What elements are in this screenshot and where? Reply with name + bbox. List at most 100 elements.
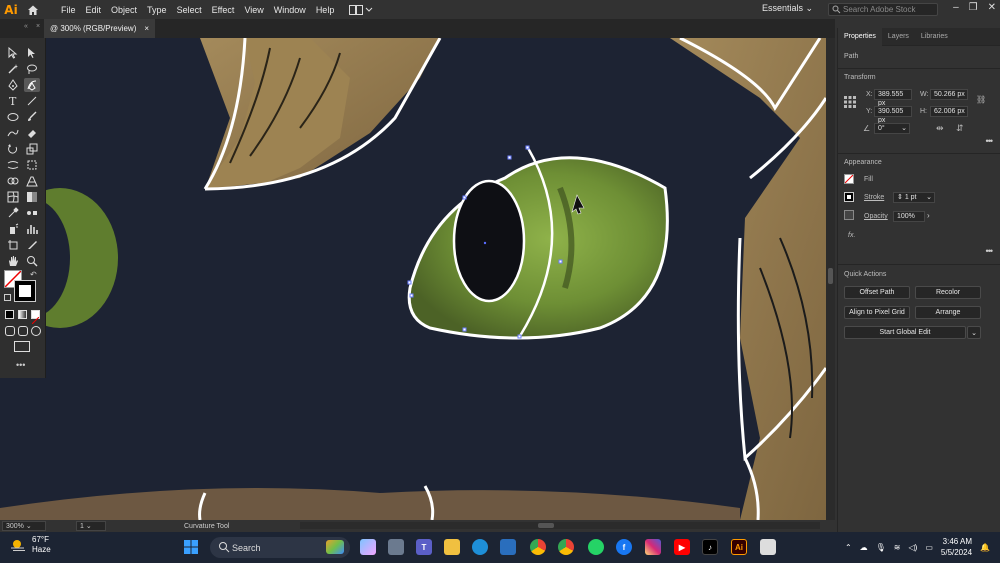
magic-wand-tool-icon[interactable] xyxy=(5,62,21,76)
effects-button[interactable]: fx. xyxy=(848,232,855,239)
facebook-icon[interactable]: f xyxy=(616,539,632,555)
draw-normal-icon[interactable] xyxy=(5,326,15,336)
pen-tool-icon[interactable] xyxy=(5,78,21,92)
menu-effect[interactable]: Effect xyxy=(207,5,240,15)
menu-file[interactable]: File xyxy=(56,5,81,15)
appearance-more-options-icon[interactable]: ••• xyxy=(986,246,994,256)
rotate-field[interactable]: 0° ⌄ xyxy=(874,123,910,134)
free-transform-tool-icon[interactable] xyxy=(24,158,40,172)
width-tool-icon[interactable] xyxy=(5,158,21,172)
edit-toolbar-more-icon[interactable]: ••• xyxy=(16,360,25,370)
color-mode-icon[interactable] xyxy=(5,310,14,319)
tab-layers[interactable]: Layers xyxy=(882,28,915,46)
artboard-canvas[interactable] xyxy=(0,38,826,520)
offset-path-button[interactable]: Offset Path xyxy=(844,286,910,299)
stroke-swatch[interactable] xyxy=(14,280,36,302)
line-tool-icon[interactable] xyxy=(24,94,40,108)
default-colors-icon[interactable] xyxy=(4,294,11,301)
zoom-tool-icon[interactable] xyxy=(24,254,40,268)
blend-tool-icon[interactable] xyxy=(24,206,40,220)
selection-tool-icon[interactable] xyxy=(5,46,21,60)
stroke-weight-stepper-icon[interactable]: ⇕ xyxy=(897,194,905,201)
flip-vertical-icon[interactable]: ⇵ xyxy=(956,123,964,134)
column-graph-tool-icon[interactable] xyxy=(24,222,40,236)
screen-mode-icon[interactable] xyxy=(14,341,30,352)
gradient-tool-icon[interactable] xyxy=(24,190,40,204)
recolor-button[interactable]: Recolor xyxy=(915,286,981,299)
close-toolbar-icon[interactable]: × xyxy=(36,23,40,30)
curvature-tool-icon[interactable] xyxy=(24,78,40,92)
instagram-icon[interactable] xyxy=(645,539,661,555)
opacity-field[interactable]: 100% xyxy=(893,211,925,222)
draw-inside-icon[interactable] xyxy=(31,326,41,336)
arrange-documents-button[interactable] xyxy=(349,4,373,15)
stroke-color-swatch[interactable] xyxy=(844,192,854,202)
menu-help[interactable]: Help xyxy=(311,5,340,15)
ellipse-tool-icon[interactable] xyxy=(5,110,21,124)
menu-object[interactable]: Object xyxy=(106,5,142,15)
symbol-sprayer-tool-icon[interactable] xyxy=(5,222,21,236)
chrome-profile-icon[interactable] xyxy=(558,539,574,555)
notifications-icon[interactable]: 🔔 xyxy=(980,543,990,552)
adobe-stock-search[interactable]: Search Adobe Stock xyxy=(828,3,938,16)
menu-select[interactable]: Select xyxy=(172,5,207,15)
document-tab[interactable]: @ 300% (RGB/Preview) × xyxy=(44,19,156,38)
minimize-icon[interactable]: – xyxy=(953,2,959,13)
volume-icon[interactable]: ◁) xyxy=(909,543,918,552)
none-mode-icon[interactable] xyxy=(31,310,40,325)
clock[interactable]: 3:46 AM 5/5/2024 xyxy=(941,536,972,558)
weather-widget[interactable]: 67°F Haze xyxy=(10,535,51,555)
vertical-scroll-thumb[interactable] xyxy=(828,268,833,284)
horizontal-scroll-thumb[interactable] xyxy=(538,523,554,528)
opacity-chevron-icon[interactable]: › xyxy=(927,211,930,220)
microphone-icon[interactable]: 🎙 xyxy=(876,543,886,552)
home-icon[interactable] xyxy=(22,0,44,19)
lasso-tool-icon[interactable] xyxy=(24,62,40,76)
menu-view[interactable]: View xyxy=(239,5,268,15)
opacity-label[interactable]: Opacity xyxy=(864,213,888,220)
global-edit-options-button[interactable]: ⌄ xyxy=(967,326,981,339)
swap-fill-stroke-icon[interactable]: ↶ xyxy=(30,270,37,279)
tiktok-icon[interactable]: ♪ xyxy=(702,539,718,555)
shape-builder-tool-icon[interactable] xyxy=(5,174,21,188)
artboard-number-field[interactable]: 1 ⌄ xyxy=(76,521,106,531)
battery-icon[interactable]: ▭ xyxy=(925,543,933,552)
collapse-toolbar-icon[interactable]: « xyxy=(24,23,28,30)
height-field[interactable]: 62.006 px xyxy=(930,106,968,117)
chrome-icon[interactable] xyxy=(530,539,546,555)
menu-edit[interactable]: Edit xyxy=(81,5,107,15)
draw-behind-icon[interactable] xyxy=(18,326,28,336)
chevron-up-icon[interactable]: ⌃ xyxy=(845,543,852,552)
tab-properties[interactable]: Properties xyxy=(838,27,882,46)
file-explorer-icon[interactable] xyxy=(444,539,460,555)
align-to-pixel-grid-button[interactable]: Align to Pixel Grid xyxy=(844,306,910,319)
width-field[interactable]: 50.266 px xyxy=(930,89,968,100)
artboard-tool-icon[interactable] xyxy=(5,238,21,252)
whatsapp-icon[interactable] xyxy=(588,539,604,555)
shaper-tool-icon[interactable] xyxy=(5,126,21,140)
slice-tool-icon[interactable] xyxy=(24,238,40,252)
windows-start-icon[interactable] xyxy=(183,539,199,555)
scale-tool-icon[interactable] xyxy=(24,142,40,156)
taskbar-search[interactable]: Search xyxy=(210,537,350,558)
rotate-tool-icon[interactable] xyxy=(5,142,21,156)
illustrator-taskbar-icon[interactable]: Ai xyxy=(731,539,747,555)
eyedropper-tool-icon[interactable] xyxy=(5,206,21,220)
stroke-label[interactable]: Stroke xyxy=(864,194,884,201)
reference-point-icon[interactable] xyxy=(844,96,856,108)
microsoft-store-icon[interactable] xyxy=(500,539,516,555)
document-tab-close-icon[interactable]: × xyxy=(144,24,149,33)
zoom-level-field[interactable]: 300% ⌄ xyxy=(2,521,46,531)
flip-horizontal-icon[interactable]: ⇹ xyxy=(936,123,944,134)
hand-tool-icon[interactable] xyxy=(5,254,21,268)
tab-libraries[interactable]: Libraries xyxy=(915,28,954,46)
copilot-icon[interactable] xyxy=(360,539,376,555)
eraser-tool-icon[interactable] xyxy=(24,126,40,140)
start-global-edit-button[interactable]: Start Global Edit xyxy=(844,326,966,339)
arrange-button[interactable]: Arrange xyxy=(915,306,981,319)
stroke-weight-field[interactable]: ⇕ 1 pt ⌄ xyxy=(893,192,935,203)
x-position-field[interactable]: 389.555 px xyxy=(874,89,912,107)
edge-icon[interactable] xyxy=(472,539,488,555)
gradient-mode-icon[interactable] xyxy=(18,310,27,319)
type-tool-icon[interactable]: T xyxy=(5,94,21,108)
